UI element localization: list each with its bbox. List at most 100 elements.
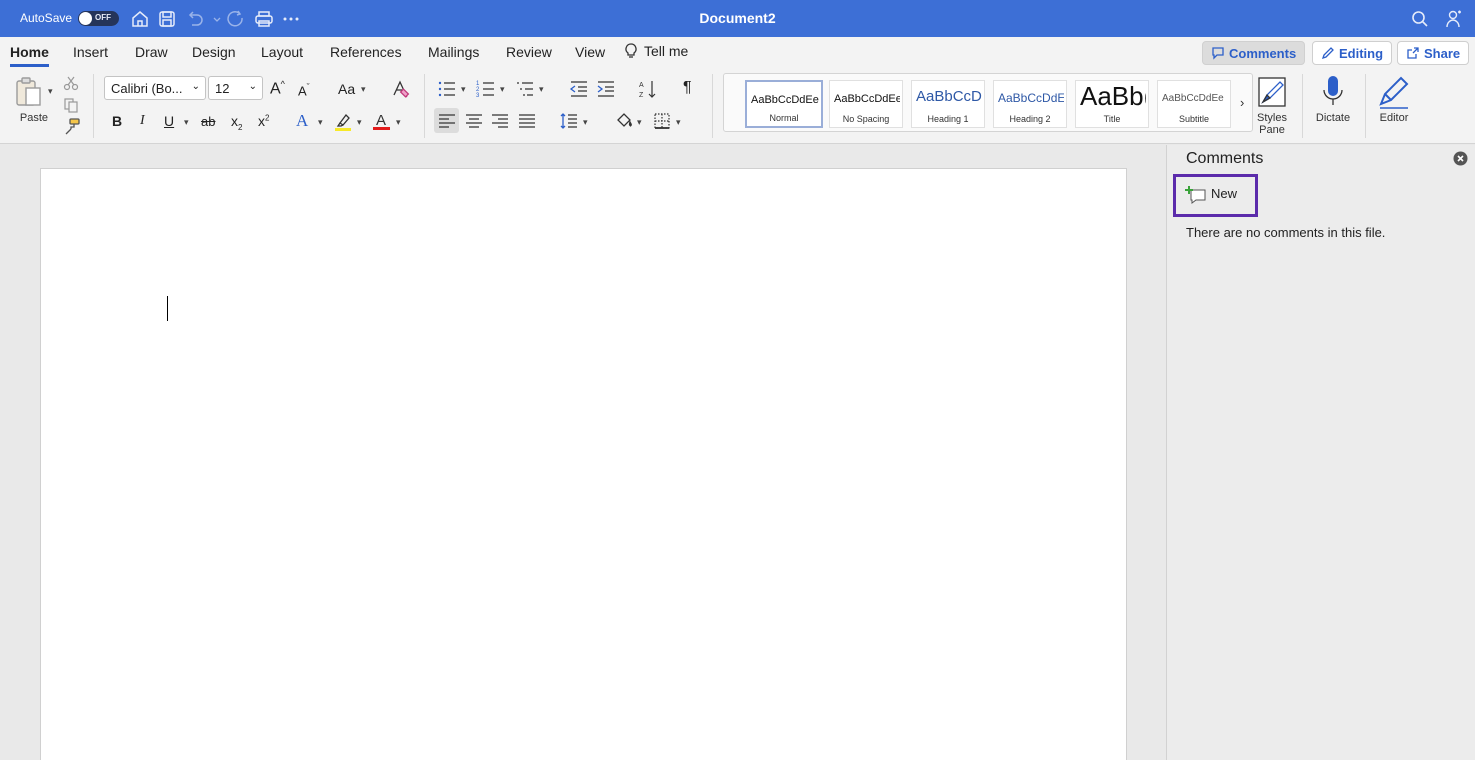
- svg-text:A: A: [639, 82, 644, 89]
- multilevel-list-dropdown[interactable]: ▾: [539, 84, 544, 95]
- svg-text:3: 3: [476, 93, 480, 99]
- share-icon: [1407, 47, 1419, 59]
- tab-layout[interactable]: Layout: [261, 44, 303, 60]
- style-sample: AaBb(: [1080, 81, 1146, 111]
- style-subtitle[interactable]: AaBbCcDdEe Subtitle: [1157, 80, 1231, 128]
- shading-dropdown[interactable]: ▾: [637, 117, 642, 128]
- change-case-button[interactable]: Aa: [338, 81, 355, 97]
- copy-icon[interactable]: [63, 97, 79, 113]
- font-size-combo[interactable]: 12 ⌄: [208, 76, 263, 100]
- comments-button[interactable]: Comments: [1202, 41, 1306, 65]
- italic-button[interactable]: I: [140, 113, 145, 129]
- style-heading-2[interactable]: AaBbCcDdEe Heading 2: [993, 80, 1067, 128]
- justify-icon[interactable]: [517, 111, 537, 131]
- align-center-icon[interactable]: [464, 111, 484, 131]
- clear-formatting-icon[interactable]: [390, 79, 410, 99]
- style-normal[interactable]: AaBbCcDdEe Normal: [745, 80, 823, 128]
- tab-design[interactable]: Design: [192, 44, 236, 60]
- style-heading-1[interactable]: AaBbCcDc Heading 1: [911, 80, 985, 128]
- change-case-dropdown[interactable]: ▾: [361, 84, 366, 95]
- paste-dropdown[interactable]: ▾: [48, 86, 53, 97]
- styles-pane-line2: Pane: [1259, 124, 1285, 136]
- microphone-icon[interactable]: [1321, 74, 1345, 110]
- styles-pane-line1: Styles: [1257, 112, 1287, 124]
- line-spacing-icon[interactable]: [559, 111, 579, 131]
- increase-indent-icon[interactable]: [596, 79, 616, 99]
- shading-icon[interactable]: [614, 111, 634, 131]
- styles-gallery-more[interactable]: ›: [1240, 95, 1244, 110]
- superscript-label: x: [258, 113, 265, 129]
- superscript-button[interactable]: x2: [258, 113, 269, 129]
- tab-draw[interactable]: Draw: [135, 44, 168, 60]
- tab-home[interactable]: Home: [10, 44, 49, 67]
- underline-dropdown[interactable]: ▾: [184, 117, 189, 128]
- style-sample: AaBbCcDdEe: [751, 94, 819, 106]
- search-icon[interactable]: [1410, 9, 1430, 29]
- format-painter-icon[interactable]: [63, 117, 81, 135]
- comments-button-label: Comments: [1229, 46, 1297, 61]
- style-name: Normal: [769, 113, 799, 123]
- separator: [1302, 74, 1303, 138]
- no-comments-message: There are no comments in this file.: [1186, 225, 1386, 240]
- style-name: Heading 1: [927, 114, 969, 124]
- lightbulb-icon: [625, 43, 637, 58]
- chevron-down-icon: ⌄: [248, 81, 257, 92]
- cut-icon[interactable]: [63, 75, 79, 91]
- grow-font-icon[interactable]: A^: [270, 79, 285, 98]
- tell-me[interactable]: Tell me: [624, 43, 688, 59]
- subscript-button[interactable]: x2: [231, 113, 242, 132]
- tab-review[interactable]: Review: [506, 44, 552, 60]
- tab-insert[interactable]: Insert: [73, 44, 108, 60]
- tab-mailings[interactable]: Mailings: [428, 44, 479, 60]
- share-button[interactable]: Share: [1397, 41, 1470, 65]
- font-name-combo[interactable]: Calibri (Bo... ⌄: [104, 76, 206, 100]
- tab-references[interactable]: References: [330, 44, 402, 60]
- pencil-icon: [1321, 47, 1334, 60]
- bullets-icon[interactable]: [437, 79, 457, 99]
- separator: [424, 74, 425, 138]
- shrink-font-icon[interactable]: Aˇ: [298, 82, 310, 98]
- tab-view[interactable]: View: [575, 44, 605, 60]
- new-comment-button[interactable]: New: [1173, 174, 1258, 217]
- text-effects-icon[interactable]: A: [296, 111, 308, 131]
- decrease-indent-icon[interactable]: [569, 79, 589, 99]
- font-color-icon[interactable]: A: [372, 111, 392, 131]
- svg-text:Z: Z: [639, 92, 644, 99]
- show-formatting-icon[interactable]: ¶: [683, 79, 692, 97]
- highlight-icon[interactable]: [334, 112, 354, 132]
- highlight-dropdown[interactable]: ▾: [357, 117, 362, 128]
- align-left-icon[interactable]: [437, 111, 457, 131]
- title-bar: AutoSave OFF Document2: [0, 0, 1475, 37]
- comment-icon: [1212, 47, 1224, 60]
- multilevel-list-icon[interactable]: [515, 79, 535, 99]
- bullets-dropdown[interactable]: ▾: [461, 84, 466, 95]
- account-icon[interactable]: [1444, 9, 1464, 29]
- style-name: Heading 2: [1009, 114, 1051, 124]
- numbering-icon[interactable]: 123: [476, 79, 496, 99]
- editor-icon[interactable]: [1377, 74, 1411, 110]
- paste-icon[interactable]: [14, 76, 44, 108]
- styles-pane-label: Styles Pane: [1250, 112, 1294, 136]
- underline-button[interactable]: U: [164, 113, 174, 129]
- text-effects-dropdown[interactable]: ▾: [318, 117, 323, 128]
- styles-pane-icon[interactable]: [1256, 75, 1288, 109]
- font-color-dropdown[interactable]: ▾: [396, 117, 401, 128]
- editing-button[interactable]: Editing: [1312, 41, 1393, 65]
- close-icon[interactable]: [1453, 151, 1468, 166]
- font-name-value: Calibri (Bo...: [111, 81, 183, 96]
- bold-button[interactable]: B: [112, 113, 122, 129]
- new-comment-label: New: [1211, 186, 1238, 201]
- strikethrough-button[interactable]: ab: [201, 114, 215, 129]
- dictate-label: Dictate: [1315, 112, 1351, 124]
- style-title[interactable]: AaBb( Title: [1075, 80, 1149, 128]
- align-right-icon[interactable]: [490, 111, 510, 131]
- style-name: Subtitle: [1178, 114, 1210, 124]
- comments-pane: Comments New There are no comments in th…: [1166, 145, 1475, 760]
- line-spacing-dropdown[interactable]: ▾: [583, 117, 588, 128]
- style-no-spacing[interactable]: AaBbCcDdEe No Spacing: [829, 80, 903, 128]
- borders-icon[interactable]: [652, 111, 672, 131]
- borders-dropdown[interactable]: ▾: [676, 117, 681, 128]
- document-page[interactable]: [40, 168, 1127, 760]
- sort-icon[interactable]: AZ: [638, 79, 658, 99]
- numbering-dropdown[interactable]: ▾: [500, 84, 505, 95]
